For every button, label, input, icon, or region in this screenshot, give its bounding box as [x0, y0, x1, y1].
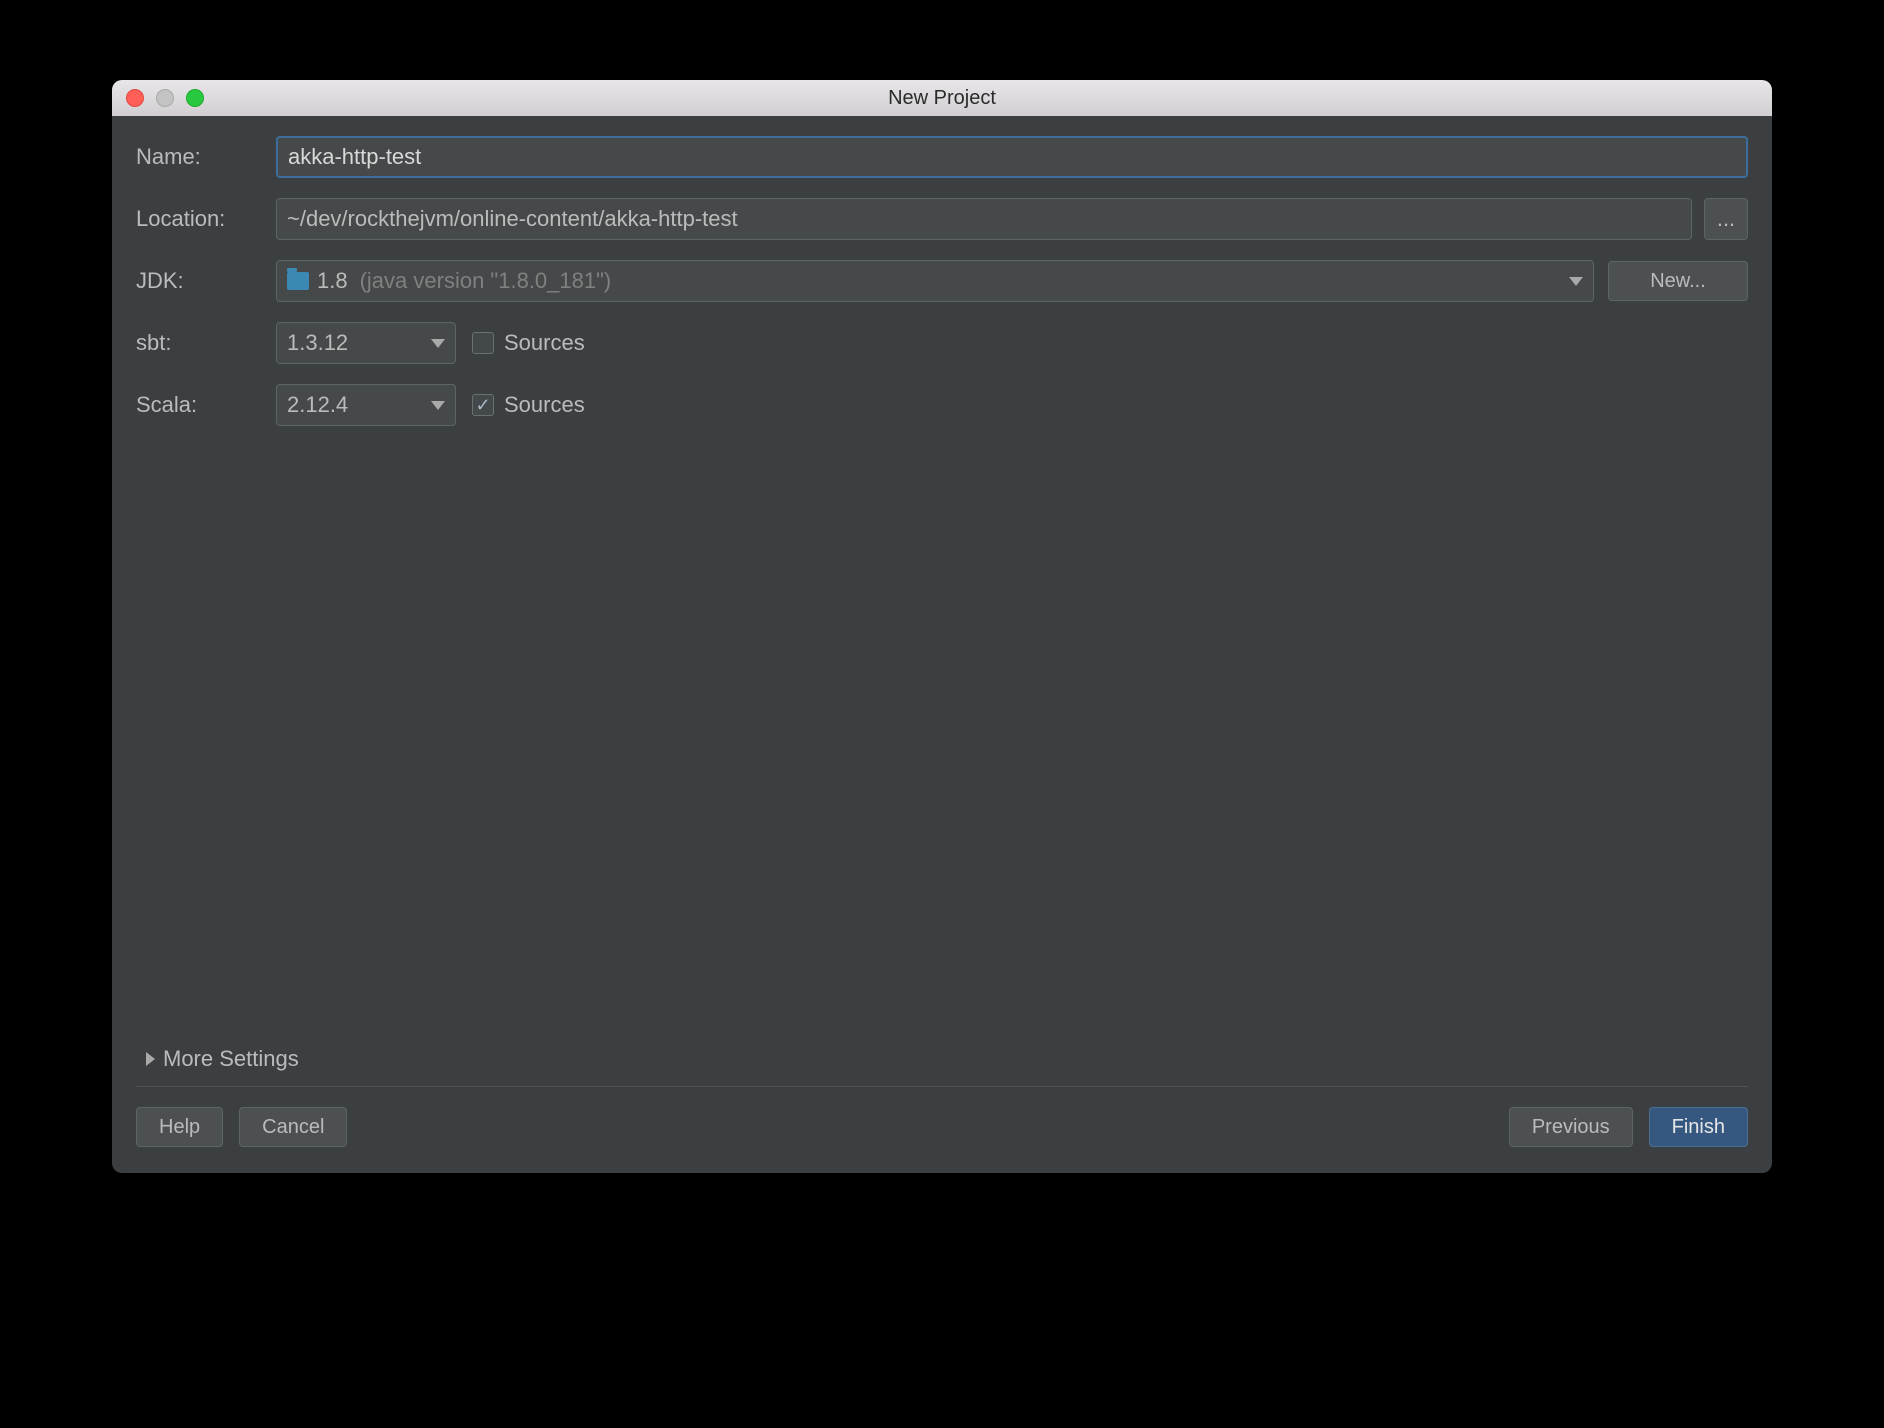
previous-button[interactable]: Previous: [1509, 1107, 1633, 1147]
new-jdk-button[interactable]: New...: [1608, 261, 1748, 301]
name-label: Name:: [136, 144, 276, 170]
location-value: ~/dev/rockthejvm/online-content/akka-htt…: [287, 206, 738, 232]
new-project-dialog: New Project Name: akka-http-test Locatio…: [112, 80, 1772, 1173]
scala-sources-checkbox[interactable]: [472, 394, 494, 416]
row-scala: Scala: 2.12.4 Sources: [136, 384, 1748, 426]
divider: [136, 1086, 1748, 1087]
folder-icon: [287, 272, 309, 290]
name-input[interactable]: akka-http-test: [276, 136, 1748, 178]
new-jdk-label: New...: [1650, 270, 1706, 293]
sbt-label: sbt:: [136, 330, 276, 356]
dialog-footer: Help Cancel Previous Finish: [112, 1107, 1772, 1173]
titlebar: New Project: [112, 80, 1772, 116]
window-controls: [126, 89, 204, 107]
scala-combo[interactable]: 2.12.4: [276, 384, 456, 426]
jdk-combo-value: 1.8 (java version "1.8.0_181"): [287, 268, 611, 294]
chevron-right-icon: [146, 1052, 155, 1066]
ellipsis-icon: ...: [1717, 206, 1735, 232]
row-jdk: JDK: 1.8 (java version "1.8.0_181") New.…: [136, 260, 1748, 302]
location-input[interactable]: ~/dev/rockthejvm/online-content/akka-htt…: [276, 198, 1692, 240]
row-name: Name: akka-http-test: [136, 136, 1748, 178]
sbt-sources-label: Sources: [504, 330, 585, 356]
more-settings-toggle[interactable]: More Settings: [146, 1046, 1748, 1080]
sbt-value: 1.3.12: [287, 330, 348, 356]
chevron-down-icon: [431, 339, 445, 348]
scala-label: Scala:: [136, 392, 276, 418]
row-location: Location: ~/dev/rockthejvm/online-conten…: [136, 198, 1748, 240]
scala-value: 2.12.4: [287, 392, 348, 418]
finish-label: Finish: [1672, 1116, 1725, 1139]
help-label: Help: [159, 1116, 200, 1139]
chevron-down-icon: [1569, 277, 1583, 286]
minimize-icon: [156, 89, 174, 107]
cancel-button[interactable]: Cancel: [239, 1107, 347, 1147]
name-value: akka-http-test: [288, 144, 421, 170]
sbt-combo[interactable]: 1.3.12: [276, 322, 456, 364]
window-title: New Project: [112, 87, 1772, 110]
sbt-sources-checkbox[interactable]: [472, 332, 494, 354]
location-label: Location:: [136, 206, 276, 232]
scala-sources-label: Sources: [504, 392, 585, 418]
jdk-version: 1.8: [317, 268, 348, 294]
previous-label: Previous: [1532, 1116, 1610, 1139]
help-button[interactable]: Help: [136, 1107, 223, 1147]
row-sbt: sbt: 1.3.12 Sources: [136, 322, 1748, 364]
browse-location-button[interactable]: ...: [1704, 198, 1748, 240]
maximize-icon[interactable]: [186, 89, 204, 107]
jdk-label: JDK:: [136, 268, 276, 294]
finish-button[interactable]: Finish: [1649, 1107, 1748, 1147]
more-settings-label: More Settings: [163, 1046, 299, 1072]
dialog-body: Name: akka-http-test Location: ~/dev/roc…: [112, 116, 1772, 1087]
jdk-description: (java version "1.8.0_181"): [360, 268, 612, 294]
cancel-label: Cancel: [262, 1116, 324, 1139]
close-icon[interactable]: [126, 89, 144, 107]
chevron-down-icon: [431, 401, 445, 410]
jdk-combo[interactable]: 1.8 (java version "1.8.0_181"): [276, 260, 1594, 302]
